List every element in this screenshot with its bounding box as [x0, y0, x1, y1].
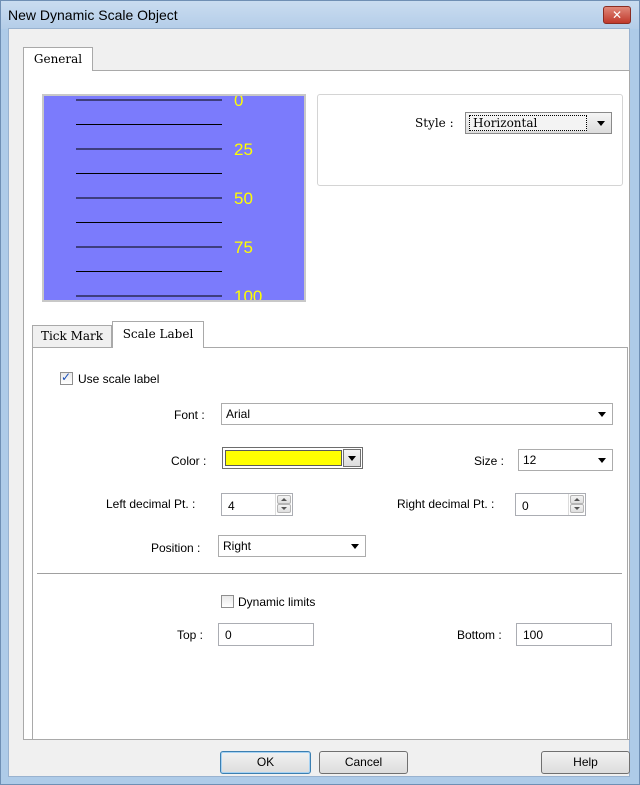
left-decimal-label: Left decimal Pt. : [106, 497, 196, 511]
left-decimal-value: 4 [228, 499, 235, 513]
spin-up-icon[interactable] [570, 495, 584, 504]
tab-tick-mark[interactable]: Tick Mark [32, 325, 112, 347]
chevron-down-icon [348, 456, 356, 461]
dynamic-limits-text: Dynamic limits [238, 595, 316, 609]
scale-preview: 0 25 50 75 100 [42, 94, 306, 302]
ok-button-label: OK [256, 755, 275, 769]
cancel-button-label: Cancel [344, 755, 383, 769]
style-select-value: Horizontal [469, 115, 587, 131]
color-picker[interactable] [222, 447, 363, 469]
bottom-input[interactable]: 100 [516, 623, 612, 646]
tab-scale-label-label: Scale Label [122, 327, 194, 341]
tab-scale-label[interactable]: Scale Label [112, 321, 204, 348]
style-select[interactable]: Horizontal [465, 112, 612, 134]
close-button[interactable]: ✕ [603, 6, 631, 24]
title-bar[interactable]: New Dynamic Scale Object ✕ [1, 1, 639, 29]
style-group-box [317, 94, 623, 186]
bottom-value: 100 [523, 628, 544, 642]
close-icon: ✕ [611, 8, 623, 22]
position-select-value: Right [223, 539, 252, 553]
divider [37, 573, 622, 575]
tab-general[interactable]: General [23, 47, 93, 71]
help-button-label: Help [573, 755, 598, 769]
scale-label-text: 100 [234, 287, 262, 300]
help-button[interactable]: Help [541, 751, 630, 774]
ok-button[interactable]: OK [220, 751, 311, 774]
tab-general-label: General [33, 52, 83, 66]
color-swatch [225, 450, 342, 466]
top-input[interactable]: 0 [218, 623, 314, 646]
color-dropdown-button[interactable] [343, 449, 361, 467]
right-decimal-value: 0 [522, 499, 529, 513]
dynamic-limits-checkbox[interactable] [221, 595, 234, 608]
font-select-value: Arial [226, 407, 251, 421]
scale-preview-graphic: 0 25 50 75 100 [76, 96, 262, 300]
position-select[interactable]: Right [218, 535, 366, 557]
chevron-down-icon [598, 412, 606, 417]
right-decimal-input[interactable]: 0 [515, 493, 586, 516]
cancel-button[interactable]: Cancel [319, 751, 408, 774]
use-scale-label-checkbox[interactable] [60, 370, 73, 385]
scale-label-text: 0 [234, 96, 243, 110]
color-label: Color : [171, 454, 207, 468]
spin-up-icon[interactable] [277, 495, 291, 504]
spin-down-icon[interactable] [570, 504, 584, 513]
size-label: Size : [474, 454, 505, 468]
right-decimal-spinner[interactable] [568, 494, 585, 515]
scale-label-text: 50 [234, 189, 253, 208]
use-scale-label-text: Use scale label [78, 372, 160, 386]
right-decimal-label: Right decimal Pt. : [397, 497, 495, 511]
window-title: New Dynamic Scale Object [8, 7, 178, 23]
font-label: Font : [174, 408, 205, 422]
chevron-down-icon [598, 458, 606, 463]
size-select-value: 12 [523, 453, 537, 467]
top-label: Top : [177, 628, 204, 642]
top-value: 0 [225, 628, 232, 642]
left-decimal-spinner[interactable] [275, 494, 292, 515]
scale-label-text: 25 [234, 140, 253, 159]
left-decimal-input[interactable]: 4 [221, 493, 293, 516]
position-label: Position : [151, 541, 201, 555]
font-select[interactable]: Arial [221, 403, 613, 425]
size-select[interactable]: 12 [518, 449, 613, 471]
bottom-label: Bottom : [457, 628, 502, 642]
tab-tick-mark-label: Tick Mark [40, 329, 104, 343]
style-label: Style : [415, 116, 454, 130]
chevron-down-icon [597, 121, 605, 126]
chevron-down-icon [351, 544, 359, 549]
spin-down-icon[interactable] [277, 504, 291, 513]
scale-label-text: 75 [234, 238, 253, 257]
